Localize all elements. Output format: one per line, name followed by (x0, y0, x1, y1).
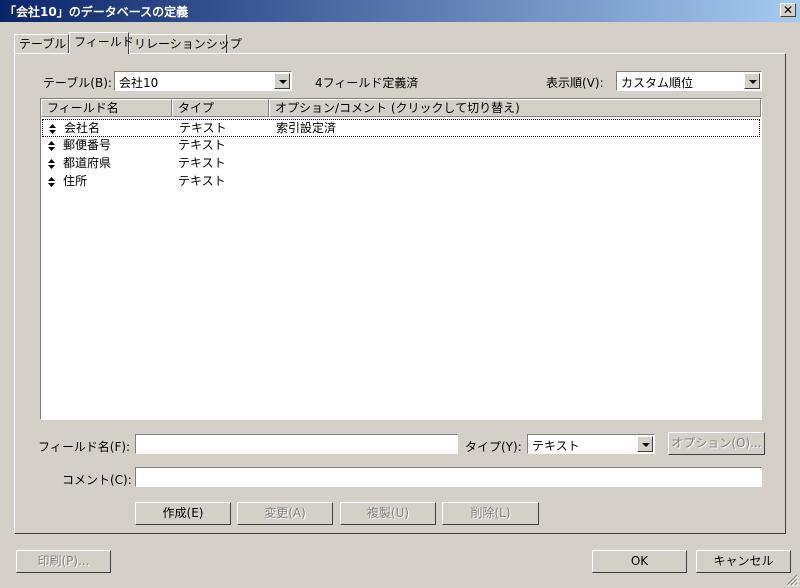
duplicate-button[interactable]: 複製(U) (340, 502, 436, 525)
type-selector-label: タイプ(Y): (465, 440, 522, 454)
tab-relationships[interactable]: リレーションシップ (129, 34, 242, 53)
table-row[interactable]: 都道府県 テキスト (42, 155, 760, 173)
drag-handle-icon[interactable] (48, 177, 55, 187)
row-field-name: 住所 (63, 174, 88, 188)
ok-button[interactable]: OK (592, 550, 687, 573)
table-selector-value: 会社10 (119, 76, 159, 90)
chevron-down-icon[interactable] (274, 73, 290, 89)
change-button[interactable]: 変更(A) (237, 502, 333, 525)
resize-grip-icon[interactable] (786, 574, 798, 586)
drag-handle-icon[interactable] (48, 141, 55, 151)
delete-button[interactable]: 削除(L) (442, 502, 539, 525)
type-selector-value: テキスト (532, 439, 580, 453)
print-button[interactable]: 印刷(P)... (16, 550, 111, 573)
create-button[interactable]: 作成(E) (135, 502, 231, 525)
drag-handle-icon[interactable] (48, 159, 55, 169)
window-title: 「会社10」のデータベースの定義 (4, 5, 189, 19)
table-row[interactable]: 会社名 テキスト 索引設定済 (42, 119, 760, 137)
database-definition-dialog: 「会社10」のデータベースの定義 ✕ テーブル フィールド リレーションシップ … (0, 0, 800, 588)
comment-label: コメント(C): (62, 473, 132, 487)
row-field-type: テキスト (178, 138, 226, 152)
row-field-options[interactable]: 索引設定済 (276, 120, 336, 137)
row-field-name: 会社名 (64, 121, 101, 135)
sort-order-value: カスタム順位 (621, 76, 694, 90)
row-field-type: テキスト (178, 156, 226, 170)
chevron-down-icon[interactable] (744, 73, 760, 89)
options-button[interactable]: オプション(O)... (668, 432, 765, 455)
field-list-header: フィールド名 タイプ オプション/コメント (クリックして切り替え) (41, 99, 761, 117)
field-list[interactable]: フィールド名 タイプ オプション/コメント (クリックして切り替え) 会社名 テ… (40, 98, 762, 420)
table-row[interactable]: 郵便番号 テキスト (42, 137, 760, 155)
cancel-button[interactable]: キャンセル (696, 550, 791, 573)
tab-fields[interactable]: フィールド (69, 32, 134, 54)
close-icon[interactable]: ✕ (780, 3, 796, 17)
comment-field[interactable] (135, 467, 762, 487)
field-name-input[interactable] (135, 434, 458, 454)
sort-order-selector[interactable]: カスタム順位 (616, 71, 762, 91)
column-header-options[interactable]: オプション/コメント (クリックして切り替え) (269, 99, 761, 117)
title-bar[interactable]: 「会社10」のデータベースの定義 ✕ (0, 0, 800, 22)
drag-handle-icon[interactable] (49, 124, 56, 134)
sort-order-label: 表示順(V): (546, 76, 604, 90)
field-name-label: フィールド名(F): (38, 440, 131, 454)
row-field-type: テキスト (178, 174, 226, 188)
table-row[interactable]: 住所 テキスト (42, 173, 760, 191)
tab-tables[interactable]: テーブル (14, 34, 69, 53)
chevron-down-icon[interactable] (637, 436, 653, 452)
row-field-type: テキスト (179, 121, 227, 135)
field-count-text: 4フィールド定義済 (315, 76, 419, 90)
table-selector[interactable]: 会社10 (114, 71, 292, 91)
table-selector-label: テーブル(B): (43, 76, 112, 90)
column-header-field-name[interactable]: フィールド名 (41, 99, 172, 117)
row-field-name: 郵便番号 (63, 138, 112, 152)
row-field-name: 都道府県 (63, 156, 112, 170)
type-selector[interactable]: テキスト (527, 434, 655, 454)
column-header-type[interactable]: タイプ (172, 99, 269, 117)
